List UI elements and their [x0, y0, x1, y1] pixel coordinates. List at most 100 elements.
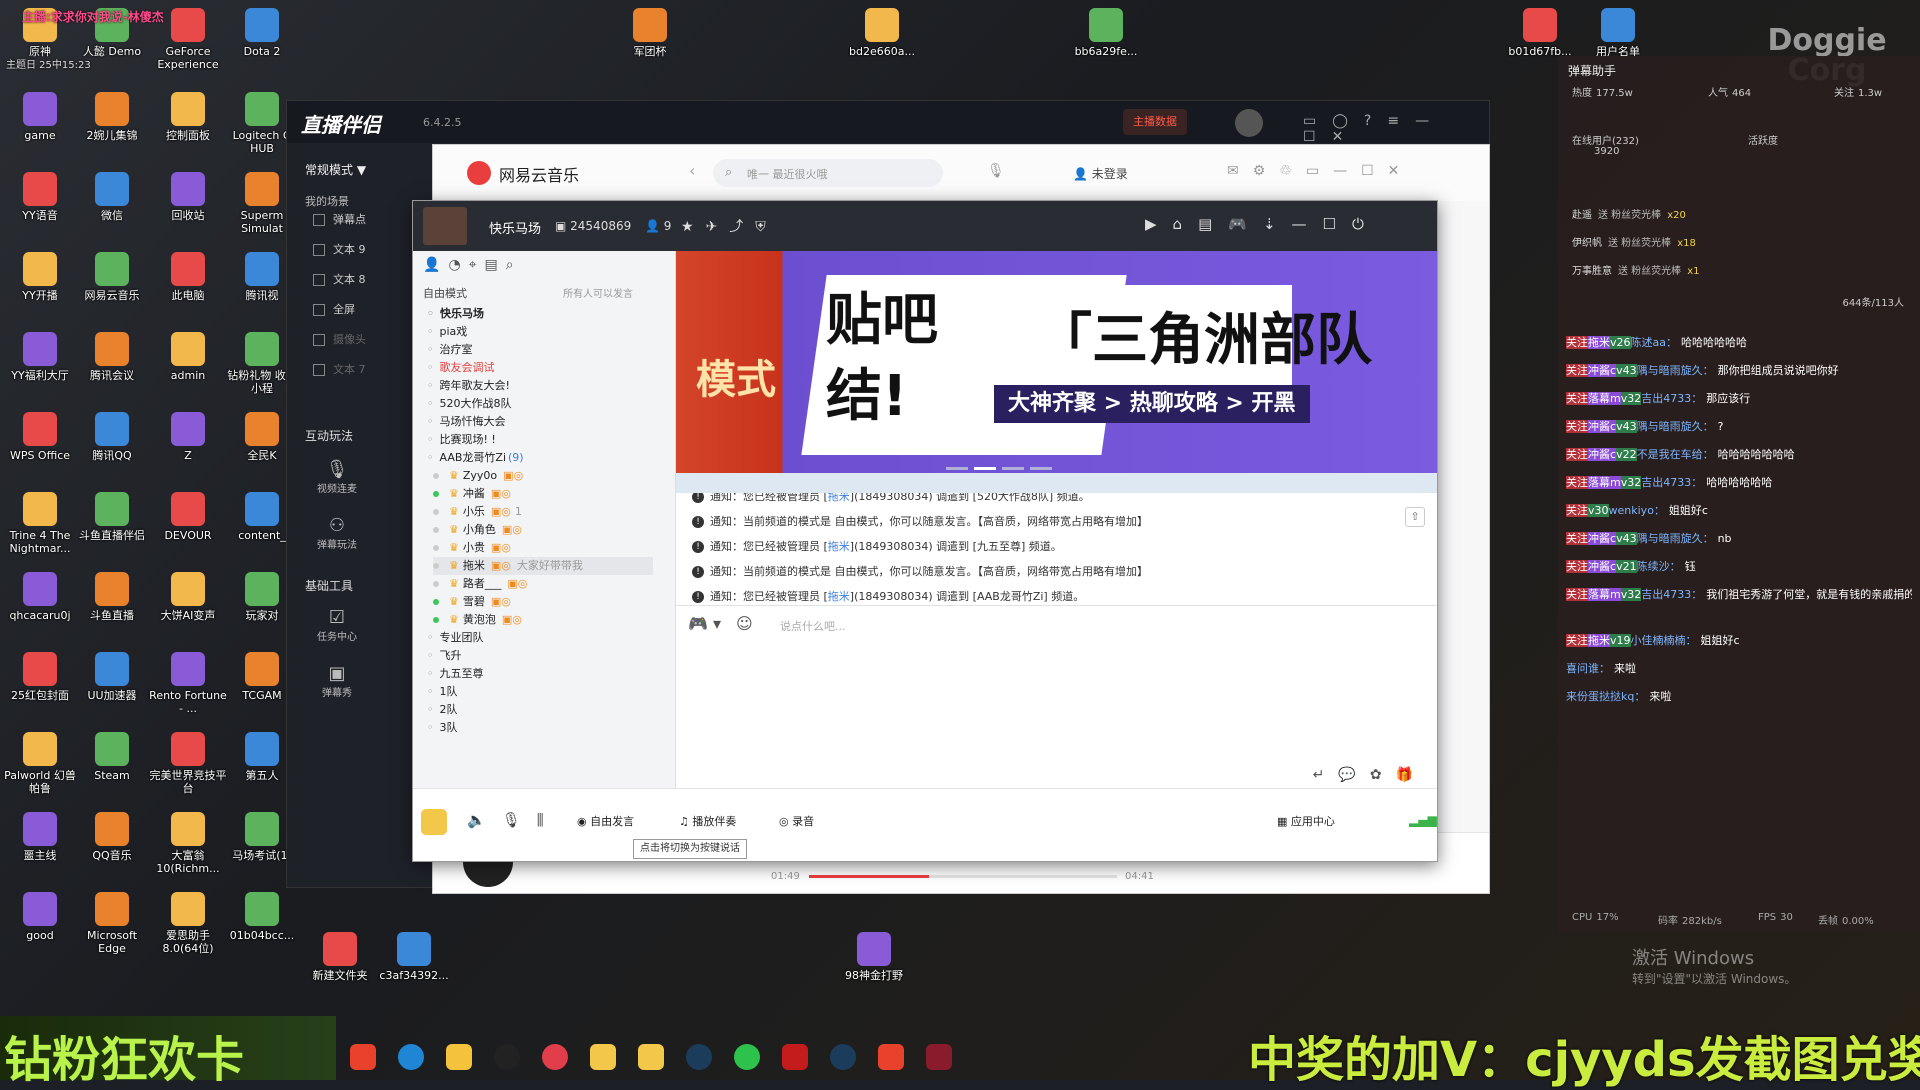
desktop-icon[interactable]: 01b04bcc... — [222, 892, 302, 942]
message-icon[interactable]: ▭ — [1303, 113, 1332, 129]
desktop-icon[interactable]: 新建文件夹 — [300, 932, 380, 982]
app-center-button[interactable]: ▦ 应用中心 — [1277, 809, 1335, 835]
chat-input-placeholder[interactable]: 说点什么吧... — [780, 618, 846, 634]
desktop-icon[interactable]: 腾讯会议 — [72, 332, 152, 382]
message-user[interactable]: 吉出4733： — [1641, 588, 1702, 601]
desktop-icon[interactable]: Rento Fortune - ... — [148, 652, 228, 715]
close-icon[interactable]: ✕ — [1332, 129, 1360, 145]
desktop-icon[interactable]: Steam — [72, 732, 152, 782]
member-item[interactable]: ♛ 拖米 ▣◎ 大家好带带我 — [433, 557, 653, 575]
voice-search-icon[interactable]: 🎙 — [987, 163, 1005, 179]
channel-item[interactable]: ◦ 1队 — [427, 683, 458, 701]
desktop-icon[interactable]: DEVOUR — [148, 492, 228, 542]
maximize-icon[interactable]: ☐ — [1361, 163, 1388, 179]
message-user[interactable]: 小佳楠楠楠： — [1631, 634, 1697, 647]
scene-item[interactable]: 文本 9 — [313, 241, 366, 257]
message-user[interactable]: 不是我在车给： — [1637, 448, 1714, 461]
scroll-up-button[interactable]: ⇧ — [1405, 507, 1425, 527]
yy-live-taskbar-icon[interactable] — [638, 1044, 664, 1070]
share-icon[interactable]: ⤴ — [729, 219, 755, 235]
free-speak-button[interactable]: ◉ 自由发言 — [577, 809, 634, 835]
settings-icon[interactable]: ⚙ — [1253, 163, 1280, 179]
desktop-icon[interactable]: qhcacaru0j — [0, 572, 80, 622]
desktop-icon[interactable]: YY语音 — [0, 172, 80, 222]
edge-taskbar-icon[interactable] — [398, 1044, 424, 1070]
douyu-taskbar-icon[interactable] — [350, 1044, 376, 1070]
desktop-icon[interactable]: admin — [148, 332, 228, 382]
member-item[interactable]: ♛ Zyy0o ▣◎ — [433, 467, 653, 485]
desktop-icon[interactable]: good — [0, 892, 80, 942]
message-user[interactable]: 隅与暗雨旋久： — [1637, 532, 1714, 545]
task-center-button[interactable]: ☑ 任务中心 — [307, 607, 367, 643]
desktop-icon[interactable]: 25红包封面 — [0, 652, 80, 702]
member-item[interactable]: ♛ 雪碧 ▣◎ — [433, 593, 653, 611]
gamepad-input-icon[interactable]: 🎮 ▾ — [688, 614, 721, 633]
location-icon[interactable]: ⌖ — [469, 257, 485, 273]
power-icon[interactable]: ⏻ — [1352, 215, 1380, 233]
bubble-icon[interactable]: 💬 — [1338, 767, 1369, 783]
headset-icon[interactable]: ◯ — [1332, 113, 1364, 129]
message-user[interactable]: 来份蛋挞挞kq： — [1566, 690, 1645, 703]
desktop-icon[interactable]: YY福利大厅 — [0, 332, 80, 382]
maximize-icon[interactable]: ☐ — [1323, 215, 1352, 233]
user-icon[interactable]: 👤 — [423, 257, 448, 273]
star-icon[interactable]: ★ — [681, 219, 706, 235]
desktop-icon[interactable]: 微信 — [72, 172, 152, 222]
steam-taskbar-icon[interactable] — [686, 1044, 712, 1070]
channel-item[interactable]: ◦ 专业团队 — [427, 629, 484, 647]
desktop-icon[interactable]: 回收站 — [148, 172, 228, 222]
channel-item[interactable]: ◦ AAB龙哥竹Zi (9) — [427, 449, 524, 467]
gift-icon[interactable]: 🎁 — [1396, 767, 1427, 783]
mode-selector[interactable]: 常规模式 ▼ — [305, 161, 366, 178]
steam-taskbar-icon-2[interactable] — [830, 1044, 856, 1070]
desktop-icon[interactable]: game — [0, 92, 80, 142]
download-icon[interactable]: ⇣ — [1263, 215, 1292, 233]
desktop-icon[interactable]: 控制面板 — [148, 92, 228, 142]
minimize-icon[interactable]: — — [1333, 163, 1361, 179]
desktop-icon[interactable]: UU加速器 — [72, 652, 152, 702]
desktop-icon[interactable]: 大富翁10(Richm... — [148, 812, 228, 875]
channel-item[interactable]: ◦ pia戏 — [427, 323, 467, 341]
scene-checkbox[interactable] — [313, 244, 325, 256]
desktop-icon[interactable]: Microsoft Edge — [72, 892, 152, 955]
yy-mascot-icon[interactable] — [421, 809, 447, 835]
explorer-taskbar-icon[interactable] — [446, 1044, 472, 1070]
gamepad-icon[interactable]: 🎮 — [1228, 215, 1263, 233]
scene-checkbox[interactable] — [313, 334, 325, 346]
login-button[interactable]: 👤 未登录 — [1073, 165, 1128, 182]
desktop-icon[interactable]: 98神金打野 — [834, 932, 914, 982]
maximize-icon[interactable]: ☐ — [1303, 129, 1332, 145]
member-item[interactable]: ♛ 路者___ ▣◎ — [433, 575, 653, 593]
danmaku-play-button[interactable]: ⚇ 弹幕玩法 — [307, 515, 367, 551]
scene-item[interactable]: 摄像头 — [313, 331, 366, 347]
channel-item[interactable]: ◦ 比赛现场! ! — [427, 431, 496, 449]
avatar[interactable] — [1235, 109, 1263, 137]
home-icon[interactable]: ⌂ — [1173, 215, 1199, 233]
message-user[interactable]: 吉出4733： — [1641, 476, 1702, 489]
member-item[interactable]: ♛ 黄泡泡 ▣◎ — [433, 611, 653, 629]
progress-track[interactable] — [809, 875, 1117, 878]
mic-icon[interactable]: 🎙 — [502, 811, 537, 829]
scene-item[interactable]: 弹幕点 — [313, 211, 366, 227]
desktop-icon[interactable]: YY开播 — [0, 252, 80, 302]
list-icon[interactable]: ▤ — [485, 257, 506, 273]
channel-item[interactable]: ◦ 520大作战8队 — [427, 395, 512, 413]
scene-item[interactable]: 全屏 — [313, 301, 355, 317]
minimize-icon[interactable]: — — [1292, 215, 1323, 233]
message-user[interactable]: 隅与暗雨旋久： — [1637, 364, 1714, 377]
desktop-icon[interactable]: bb6a29fe... — [1066, 8, 1146, 58]
desktop-icon[interactable]: 噩主线 — [0, 812, 80, 862]
desktop-icon[interactable]: c3af34392... — [374, 932, 454, 982]
scene-checkbox[interactable] — [313, 304, 325, 316]
scene-checkbox[interactable] — [313, 274, 325, 286]
notice-admin-link[interactable]: 拖米 — [828, 493, 850, 503]
netease-search-input[interactable]: ⌕ 唯一 最近很火哦 — [713, 159, 943, 187]
back-arrow-icon[interactable]: ‹ — [689, 161, 709, 180]
menu-icon[interactable]: ≡ — [1387, 113, 1415, 129]
message-user[interactable]: wenkiyo： — [1609, 504, 1665, 517]
scene-checkbox[interactable] — [313, 214, 325, 226]
desktop-icon[interactable]: 用户名单 — [1578, 8, 1658, 58]
desktop-icon[interactable]: 腾讯QQ — [72, 412, 152, 462]
qq-taskbar-icon[interactable] — [494, 1044, 520, 1070]
record-button[interactable]: ◎ 录音 — [779, 809, 814, 835]
